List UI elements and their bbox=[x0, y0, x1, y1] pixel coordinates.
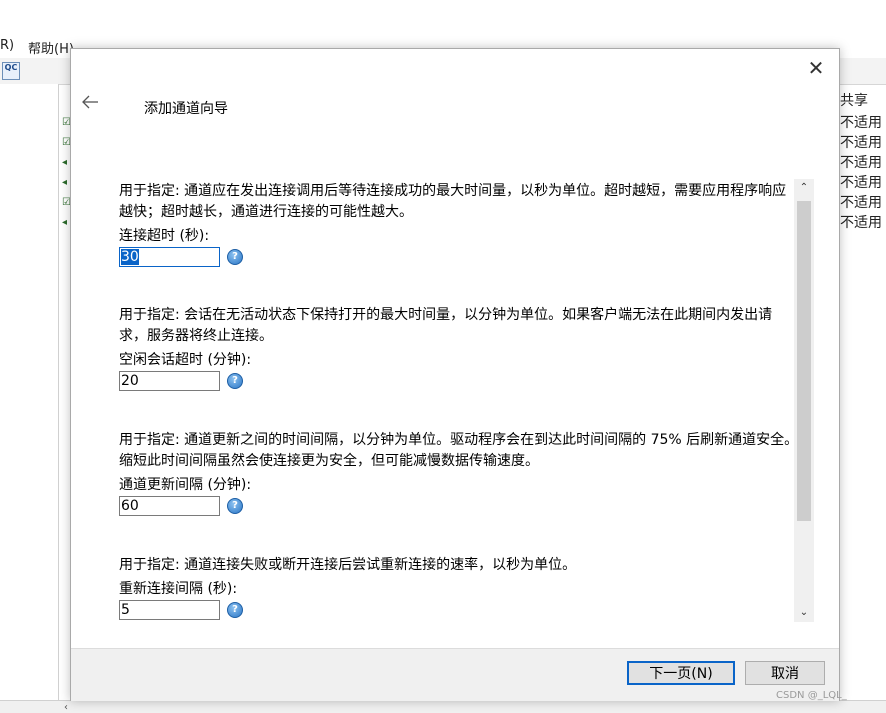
settings-scroll-area: 用于指定: 通道应在发出连接调用后等待连接成功的最大时间量，以秒为单位。超时越短… bbox=[107, 179, 815, 622]
background-tree-pane bbox=[0, 84, 59, 712]
watermark: CSDN @_LQL_ bbox=[776, 690, 847, 701]
help-icon[interactable]: ? bbox=[227, 602, 243, 618]
column-header-share[interactable]: 共享 bbox=[840, 90, 868, 110]
connection-timeout-description: 用于指定: 通道应在发出连接调用后等待连接成功的最大时间量，以秒为单位。超时越短… bbox=[119, 183, 787, 220]
idle-session-timeout-label: 空闲会话超时 (分钟): bbox=[119, 352, 252, 368]
background-horizontal-scrollbar[interactable] bbox=[0, 700, 886, 713]
reconnect-interval-description: 用于指定: 通道连接失败或断开连接后尝试重新连接的速率，以秒为单位。 bbox=[119, 557, 577, 573]
tree-arrow-icon: ◂ bbox=[62, 177, 68, 188]
cancel-button[interactable]: 取消 bbox=[745, 661, 825, 685]
reconnect-interval-row: 5 ? bbox=[119, 600, 799, 622]
selected-value: 30 bbox=[121, 249, 139, 265]
help-icon[interactable]: ? bbox=[227, 249, 243, 265]
next-page-button[interactable]: 下一页(N) bbox=[627, 661, 735, 685]
add-channel-wizard-dialog: ✕ 添加通道向导 用于指定: 通道应在发出连接调用后等待连接成功的最大时间量，以… bbox=[70, 48, 840, 701]
table-cell: 不适用 bbox=[840, 175, 882, 191]
back-arrow-icon[interactable] bbox=[81, 95, 99, 109]
vertical-scrollbar[interactable]: ⌃ ⌄ bbox=[794, 179, 814, 622]
idle-session-timeout-description: 用于指定: 会话在无活动状态下保持打开的最大时间量，以分钟为单位。如果客户端无法… bbox=[119, 307, 773, 344]
qc-icon[interactable]: QC bbox=[2, 62, 20, 80]
connection-timeout-row: 30 ? bbox=[119, 247, 799, 269]
scroll-down-icon[interactable]: ⌄ bbox=[794, 604, 814, 622]
channel-renewal-interval-section: 用于指定: 通道更新之间的时间间隔，以分钟为单位。驱动程序会在到达此时间间隔的 … bbox=[119, 430, 799, 518]
connection-timeout-label: 连接超时 (秒): bbox=[119, 228, 210, 244]
table-cell: 不适用 bbox=[840, 195, 882, 211]
scrollbar-thumb[interactable] bbox=[797, 201, 811, 521]
tree-check-icon: ☑ bbox=[62, 197, 71, 208]
tree-check-icon: ☑ bbox=[62, 117, 71, 128]
help-icon[interactable]: ? bbox=[227, 498, 243, 514]
tree-arrow-icon: ◂ bbox=[62, 217, 68, 228]
reconnect-interval-input[interactable]: 5 bbox=[119, 600, 220, 620]
close-icon[interactable]: ✕ bbox=[807, 58, 825, 78]
dialog-footer: 下一页(N) 取消 bbox=[71, 648, 839, 701]
connection-timeout-section: 用于指定: 通道应在发出连接调用后等待连接成功的最大时间量，以秒为单位。超时越短… bbox=[119, 181, 799, 269]
dialog-title: 添加通道向导 bbox=[144, 101, 228, 117]
connection-timeout-input[interactable]: 30 bbox=[119, 247, 220, 267]
table-cell: 不适用 bbox=[840, 155, 882, 171]
menu-item-partial[interactable]: R) bbox=[0, 38, 14, 53]
reconnect-interval-label: 重新连接间隔 (秒): bbox=[119, 581, 238, 597]
tree-arrow-icon: ◂ bbox=[62, 157, 68, 168]
scroll-left-icon[interactable]: ‹ bbox=[64, 702, 68, 713]
reconnect-interval-section: 用于指定: 通道连接失败或断开连接后尝试重新连接的速率，以秒为单位。 重新连接间… bbox=[119, 555, 799, 622]
channel-renewal-interval-label: 通道更新间隔 (分钟): bbox=[119, 477, 252, 493]
table-cell: 不适用 bbox=[840, 215, 882, 231]
tree-check-icon: ☑ bbox=[62, 137, 71, 148]
scroll-up-icon[interactable]: ⌃ bbox=[794, 179, 814, 197]
table-cell: 不适用 bbox=[840, 135, 882, 151]
menu-item-help[interactable]: 帮助(H) bbox=[28, 38, 74, 57]
idle-session-timeout-input[interactable]: 20 bbox=[119, 371, 220, 391]
idle-session-timeout-row: 20 ? bbox=[119, 371, 799, 393]
channel-renewal-interval-row: 60 ? bbox=[119, 496, 799, 518]
table-cell: 不适用 bbox=[840, 115, 882, 131]
channel-renewal-interval-input[interactable]: 60 bbox=[119, 496, 220, 516]
channel-renewal-interval-description: 用于指定: 通道更新之间的时间间隔，以分钟为单位。驱动程序会在到达此时间间隔的 … bbox=[119, 432, 799, 469]
help-icon[interactable]: ? bbox=[227, 373, 243, 389]
idle-session-timeout-section: 用于指定: 会话在无活动状态下保持打开的最大时间量，以分钟为单位。如果客户端无法… bbox=[119, 305, 799, 393]
